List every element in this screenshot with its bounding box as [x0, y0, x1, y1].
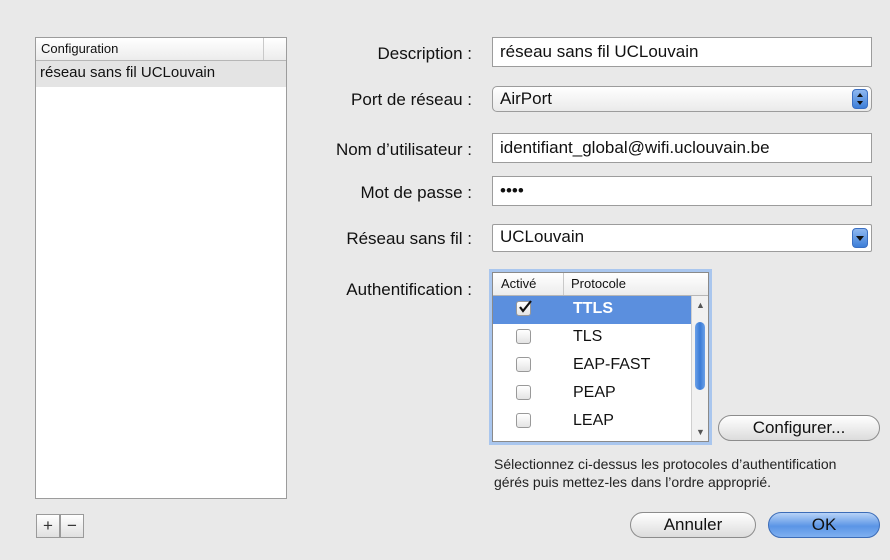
- protocol-row-tls[interactable]: TLS: [493, 324, 708, 352]
- enabled-checkbox[interactable]: [516, 385, 531, 400]
- protocol-row-leap[interactable]: LEAP: [493, 408, 708, 436]
- enabled-checkbox[interactable]: [516, 300, 532, 316]
- network-port-value: AirPort: [500, 89, 552, 108]
- wireless-network-combobox[interactable]: UCLouvain: [492, 224, 872, 252]
- network-port-label: Port de réseau :: [351, 90, 472, 109]
- network-port-popup[interactable]: AirPort: [492, 86, 872, 112]
- scroll-thumb[interactable]: [695, 322, 705, 390]
- configure-button[interactable]: Configurer...: [718, 415, 880, 441]
- help-text: Sélectionnez ci-dessus les protocoles d’…: [494, 456, 837, 490]
- username-label: Nom d’utilisateur :: [335, 140, 472, 159]
- scroll-down-arrow-icon[interactable]: ▼: [696, 427, 705, 437]
- protocol-name: PEAP: [573, 384, 616, 401]
- protocol-name: TLS: [573, 328, 603, 345]
- enabled-checkbox[interactable]: [516, 329, 531, 344]
- authentication-table[interactable]: Activé Protocole TTLS TLS EAP-FAST PEAP …: [489, 269, 712, 445]
- configuration-list[interactable]: Configuration réseau sans fil UCLouvain: [35, 37, 287, 499]
- protocol-column-header[interactable]: Protocole: [571, 273, 626, 295]
- password-label: Mot de passe :: [360, 183, 472, 202]
- add-configuration-button[interactable]: +: [36, 514, 60, 538]
- column-separator: [263, 38, 264, 60]
- remove-configuration-button[interactable]: −: [60, 514, 84, 538]
- enabled-checkbox[interactable]: [516, 357, 531, 372]
- up-down-arrows-icon: [852, 89, 868, 109]
- ok-button[interactable]: OK: [768, 512, 880, 538]
- authentication-label: Authentification :: [346, 280, 472, 299]
- chevron-down-icon[interactable]: [852, 228, 868, 248]
- enabled-checkbox[interactable]: [516, 413, 531, 428]
- description-field[interactable]: réseau sans fil UCLouvain: [492, 37, 872, 67]
- scroll-up-arrow-icon[interactable]: ▲: [696, 300, 705, 310]
- wireless-network-value: UCLouvain: [500, 227, 585, 246]
- username-field[interactable]: identifiant_global@wifi.uclouvain.be: [492, 133, 872, 163]
- protocol-name: LEAP: [573, 412, 614, 429]
- protocol-name: TTLS: [573, 300, 613, 317]
- authentication-table-header: Activé Protocole: [493, 273, 708, 296]
- active-column-header[interactable]: Activé: [501, 273, 536, 295]
- wireless-network-label: Réseau sans fil :: [346, 229, 472, 248]
- password-field[interactable]: ••••: [492, 176, 872, 206]
- vertical-scrollbar[interactable]: ▲ ▼: [691, 296, 708, 441]
- protocol-row-ttls[interactable]: TTLS: [493, 296, 708, 324]
- configuration-list-header[interactable]: Configuration: [36, 38, 286, 61]
- cancel-button[interactable]: Annuler: [630, 512, 756, 538]
- configuration-item[interactable]: réseau sans fil UCLouvain: [36, 61, 286, 87]
- configuration-header-label: Configuration: [41, 41, 119, 56]
- protocol-row-eap-fast[interactable]: EAP-FAST: [493, 352, 708, 380]
- column-separator: [563, 273, 564, 295]
- checkmark-icon: [519, 300, 532, 313]
- protocol-row-peap[interactable]: PEAP: [493, 380, 708, 408]
- description-label: Description :: [377, 44, 472, 63]
- protocol-name: EAP-FAST: [573, 356, 651, 373]
